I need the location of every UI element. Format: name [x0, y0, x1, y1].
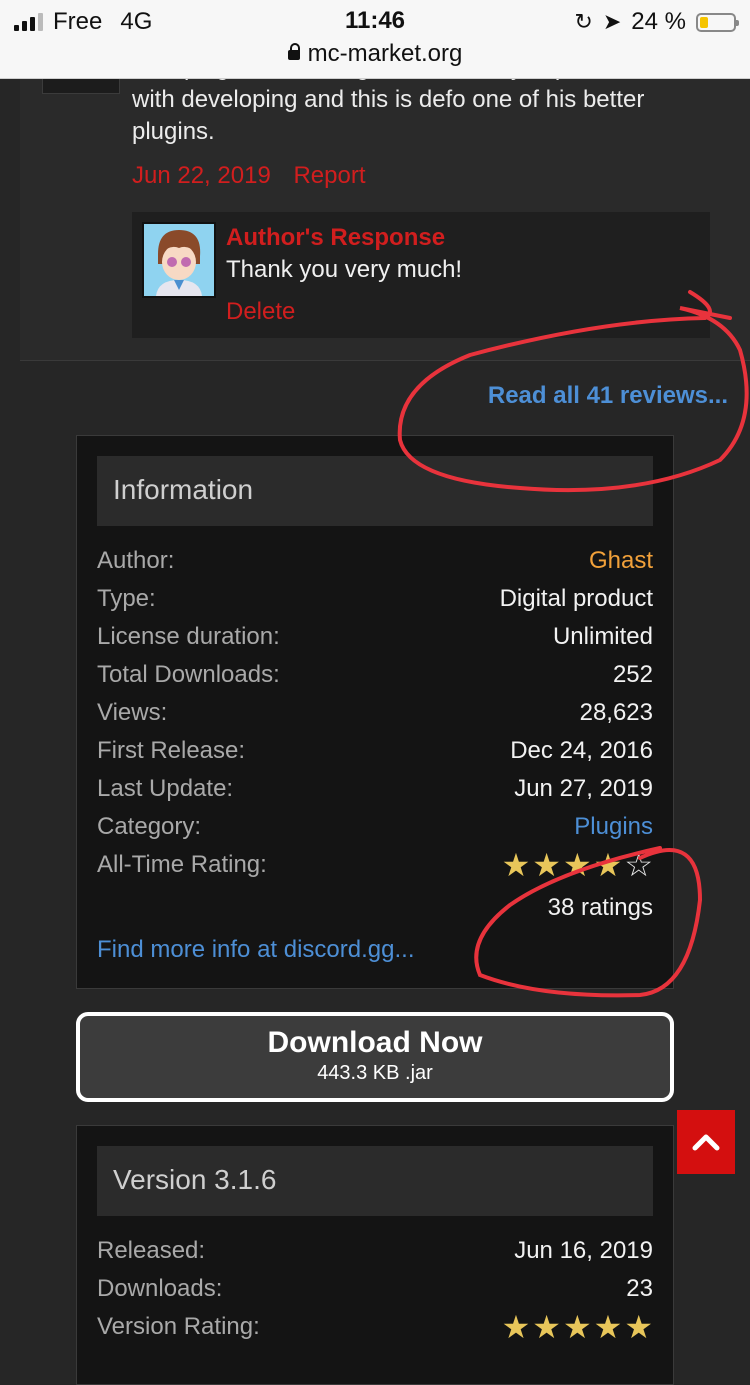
- review-meta: Jun 22, 2019 Report: [132, 162, 382, 190]
- scroll-to-top-button[interactable]: [677, 1110, 735, 1174]
- chevron-up-icon: [692, 1134, 720, 1151]
- star-filled-icon: ★: [624, 1309, 653, 1345]
- status-right: ↻ ➤ 24 %: [574, 8, 739, 36]
- information-title: Information: [113, 474, 254, 505]
- info-row-views: Views: 28,623: [97, 699, 653, 737]
- author-link[interactable]: Ghast: [589, 547, 653, 575]
- info-label: Last Update:: [97, 775, 234, 802]
- star-empty-icon: ☆: [624, 847, 653, 883]
- address-bar[interactable]: mc-market.org: [0, 40, 750, 68]
- star-filled-icon: ★: [532, 1309, 561, 1345]
- info-row-type: Type: Digital product: [97, 585, 653, 623]
- info-value: 28,623: [579, 699, 653, 726]
- star-filled-icon: ★: [501, 1309, 531, 1345]
- read-all-reviews-link[interactable]: Read all 41 reviews...: [488, 382, 728, 410]
- version-row-released: Released: Jun 16, 2019: [97, 1237, 653, 1275]
- info-label: Author:: [97, 547, 175, 574]
- star-filled-icon: ★: [593, 1309, 623, 1345]
- info-value: Jun 16, 2019: [514, 1237, 653, 1264]
- download-now-button[interactable]: Download Now 443.3 KB .jar: [76, 1012, 674, 1102]
- ios-status-bar: Free 4G 11:46 mc-market.org ↻ ➤ 24 %: [0, 0, 750, 79]
- delete-link[interactable]: Delete: [226, 298, 295, 326]
- info-label: Type:: [97, 585, 156, 612]
- version-header: Version 3.1.6: [97, 1146, 653, 1216]
- author-response: Author's Response Thank you very much! D…: [132, 212, 710, 338]
- review-text-line: plugins.: [132, 118, 215, 145]
- location-arrow-icon: ➤: [602, 9, 622, 34]
- lock-icon: [287, 43, 300, 60]
- info-label: Category:: [97, 813, 202, 840]
- info-row-license: License duration: Unlimited: [97, 623, 653, 661]
- rating-stars: ★ ★ ★ ★ ★: [502, 1309, 653, 1345]
- info-value: Dec 24, 2016: [510, 737, 653, 764]
- info-label: First Release:: [97, 737, 246, 764]
- info-row-downloads: Total Downloads: 252: [97, 661, 653, 699]
- report-link[interactable]: Report: [293, 162, 365, 189]
- review-date[interactable]: Jun 22, 2019: [132, 162, 271, 189]
- battery-icon: [696, 12, 739, 32]
- response-title: Author's Response: [226, 224, 446, 251]
- info-value: Jun 27, 2019: [514, 775, 653, 802]
- version-title: Version 3.1.6: [113, 1164, 277, 1195]
- star-filled-icon: ★: [593, 847, 623, 883]
- download-title: Download Now: [267, 1026, 483, 1059]
- information-header: Information: [97, 456, 653, 526]
- info-row-rating: All-Time Rating: ★ ★ ★ ★ ☆: [97, 847, 653, 889]
- info-label: License duration:: [97, 623, 280, 650]
- anime-avatar-icon: [144, 224, 214, 296]
- ratings-count: 38 ratings: [547, 894, 653, 921]
- version-panel: Version 3.1.6 Released: Jun 16, 2019 Dow…: [76, 1125, 674, 1385]
- info-label: Views:: [97, 699, 168, 726]
- info-label: All-Time Rating:: [97, 851, 267, 878]
- info-label: Released:: [97, 1237, 206, 1264]
- version-row-rating: Version Rating: ★ ★ ★ ★ ★: [97, 1309, 653, 1351]
- info-row-last-update: Last Update: Jun 27, 2019: [97, 775, 653, 813]
- info-value: Unlimited: [552, 623, 653, 650]
- info-row-author: Author: Ghast: [97, 547, 653, 585]
- info-label: Total Downloads:: [97, 661, 280, 688]
- info-row-first-release: First Release: Dec 24, 2016: [97, 737, 653, 775]
- category-link[interactable]: Plugins: [574, 813, 653, 841]
- star-filled-icon: ★: [532, 847, 561, 883]
- orientation-lock-icon: ↻: [574, 9, 593, 34]
- info-row-category: Category: Plugins: [97, 813, 653, 851]
- review-text-line: with developing and this is defo one of …: [132, 86, 645, 113]
- star-filled-icon: ★: [501, 847, 531, 883]
- rating-stars: ★ ★ ★ ★ ☆: [502, 847, 653, 883]
- info-value: Digital product: [499, 585, 653, 612]
- info-label: Downloads:: [97, 1275, 223, 1302]
- battery-percent: 24 %: [631, 8, 686, 35]
- url-text: mc-market.org: [307, 40, 463, 67]
- author-avatar[interactable]: [142, 222, 216, 298]
- more-info-link[interactable]: Find more info at discord.gg...: [97, 936, 414, 964]
- star-filled-icon: ★: [562, 1309, 592, 1345]
- info-value: 23: [626, 1275, 653, 1302]
- version-row-downloads: Downloads: 23: [97, 1275, 653, 1313]
- download-file-info: 443.3 KB .jar: [317, 1062, 433, 1084]
- information-panel: Information Author: Ghast Type: Digital …: [76, 435, 674, 989]
- info-label: Version Rating:: [97, 1313, 260, 1340]
- response-text: Thank you very much!: [226, 256, 463, 283]
- info-value: 252: [612, 661, 653, 688]
- star-filled-icon: ★: [562, 847, 592, 883]
